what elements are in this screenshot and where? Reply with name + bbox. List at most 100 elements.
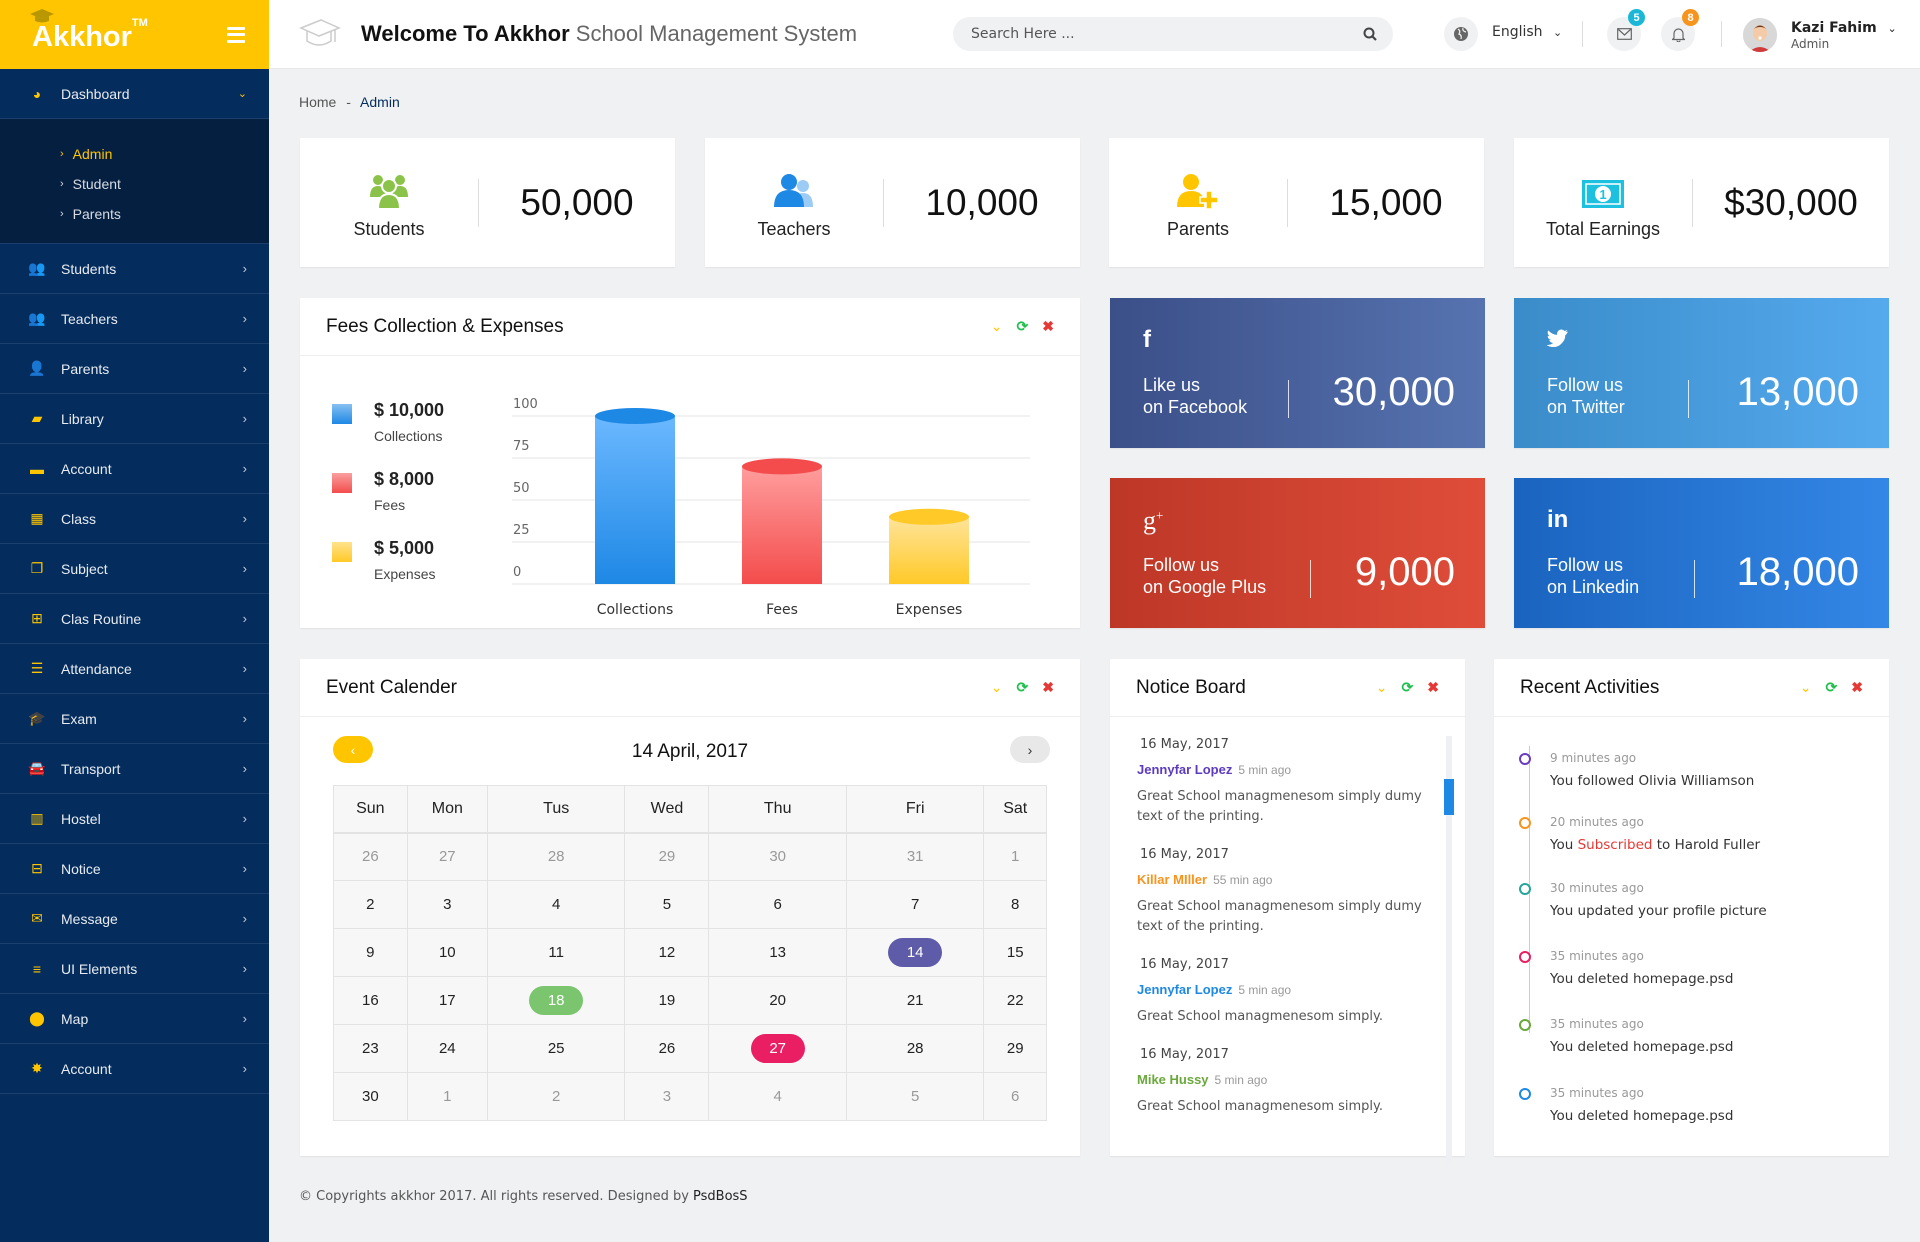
sidebar-item-transport[interactable]: 🚘 Transport › [0, 744, 269, 794]
calendar-day[interactable]: 16 [333, 976, 408, 1025]
sidebar-item-account[interactable]: ▬ Account › [0, 444, 269, 494]
calendar-day[interactable]: 13 [708, 928, 847, 977]
sidebar-item-notice[interactable]: ⊟ Notice › [0, 844, 269, 894]
calendar-day[interactable]: 30 [333, 1072, 408, 1121]
sidebar-item-subject[interactable]: ❐ Subject › [0, 544, 269, 594]
calendar-day[interactable]: 29 [983, 1024, 1047, 1073]
calendar-day[interactable]: 25 [486, 1024, 626, 1073]
calendar-day[interactable]: 28 [845, 1024, 985, 1073]
notice-author-link[interactable]: Jennyfar Lopez [1137, 762, 1232, 777]
sidebar-item-account[interactable]: ✸ Account › [0, 1044, 269, 1094]
calendar-day[interactable]: 6 [708, 880, 847, 929]
calendar-day[interactable]: 12 [624, 928, 710, 977]
calendar-day[interactable]: 27 [406, 832, 488, 881]
calendar-day[interactable]: 28 [486, 832, 626, 881]
calendar-day[interactable]: 26 [624, 1024, 710, 1073]
calendar-day[interactable]: 10 [406, 928, 488, 977]
sidebar-item-attendance[interactable]: ☰ Attendance › [0, 644, 269, 694]
sidebar-item-message[interactable]: ✉ Message › [0, 894, 269, 944]
refresh-icon[interactable]: ⟳ [1017, 318, 1029, 335]
submenu-item-parents[interactable]: › Parents [60, 199, 269, 229]
calendar-day[interactable]: 15 [983, 928, 1047, 977]
bar-collections[interactable] [595, 416, 675, 584]
collapse-icon[interactable]: ⌄ [991, 318, 1003, 335]
social-card-facebook[interactable]: f Like us on Facebook 30,000 [1110, 298, 1485, 448]
submenu-item-student[interactable]: › Student [60, 169, 269, 199]
calendar-day[interactable]: 8 [983, 880, 1047, 929]
calendar-day[interactable]: 1 [406, 1072, 488, 1121]
calendar-day[interactable]: 9 [333, 928, 408, 977]
calendar-day[interactable]: 2 [486, 1072, 626, 1121]
close-icon[interactable]: ✖ [1427, 679, 1439, 696]
sidebar-item-hostel[interactable]: ▥ Hostel › [0, 794, 269, 844]
sidebar-item-teachers[interactable]: 👥 Teachers › [0, 294, 269, 344]
calendar-day[interactable]: 30 [708, 832, 847, 881]
close-icon[interactable]: ✖ [1042, 679, 1054, 696]
close-icon[interactable]: ✖ [1042, 318, 1054, 335]
calendar-day[interactable]: 2 [333, 880, 408, 929]
notice-author-link[interactable]: Mike Hussy [1137, 1072, 1209, 1087]
language-globe-button[interactable] [1444, 17, 1478, 51]
bar-fees[interactable] [742, 466, 822, 584]
notice-author-link[interactable]: Jennyfar Lopez [1137, 982, 1232, 997]
sidebar-item-library[interactable]: ▰ Library › [0, 394, 269, 444]
calendar-day[interactable]: 14 [845, 928, 985, 977]
collapse-icon[interactable]: ⌄ [1376, 679, 1388, 696]
calendar-day[interactable]: 27 [708, 1024, 847, 1073]
calendar-day[interactable]: 19 [624, 976, 710, 1025]
search-icon[interactable] [1363, 27, 1377, 41]
sidebar-item-map[interactable]: ⬤ Map › [0, 994, 269, 1044]
close-icon[interactable]: ✖ [1851, 679, 1863, 696]
calendar-day[interactable]: 3 [406, 880, 488, 929]
calendar-day[interactable]: 31 [845, 832, 985, 881]
calendar-day[interactable]: 26 [333, 832, 408, 881]
calendar-day[interactable]: 4 [708, 1072, 847, 1121]
sidebar-item-class[interactable]: ▦ Class › [0, 494, 269, 544]
footer-brand-link[interactable]: PsdBosS [693, 1189, 748, 1204]
calendar-next-button[interactable]: › [1010, 736, 1050, 763]
calendar-day[interactable]: 23 [333, 1024, 408, 1073]
calendar-day[interactable]: 5 [845, 1072, 985, 1121]
sidebar-item-ui-elements[interactable]: ≡ UI Elements › [0, 944, 269, 994]
user-role: Admin [1791, 36, 1830, 51]
bar-expenses[interactable] [889, 516, 969, 584]
calendar-day[interactable]: 29 [624, 832, 710, 881]
sidebar-item-dashboard[interactable]: ◕ Dashboard ⌄ [0, 69, 269, 119]
calendar-day[interactable]: 5 [624, 880, 710, 929]
language-select[interactable]: English ⌄ [1492, 24, 1562, 40]
calendar-day[interactable]: 17 [406, 976, 488, 1025]
refresh-icon[interactable]: ⟳ [1402, 679, 1414, 696]
social-card-twitter[interactable]: Follow us on Twitter 13,000 [1514, 298, 1889, 448]
sidebar-item-exam[interactable]: 🎓 Exam › [0, 694, 269, 744]
breadcrumb-home[interactable]: Home [299, 94, 336, 110]
calendar-day[interactable]: 18 [486, 976, 626, 1025]
calendar-day[interactable]: 3 [624, 1072, 710, 1121]
notifications-button[interactable]: 8 [1661, 9, 1699, 51]
submenu-item-admin[interactable]: › Admin [60, 139, 269, 169]
refresh-icon[interactable]: ⟳ [1826, 679, 1838, 696]
calendar-day[interactable]: 22 [983, 976, 1047, 1025]
user-menu[interactable]: Kazi Fahim ⌄ Admin [1743, 18, 1897, 52]
calendar-day[interactable]: 7 [845, 880, 985, 929]
calendar-day[interactable]: 20 [708, 976, 847, 1025]
calendar-day[interactable]: 4 [486, 880, 626, 929]
calendar-day[interactable]: 24 [406, 1024, 488, 1073]
logo[interactable]: AkkhorTM [30, 9, 148, 54]
notice-author-link[interactable]: Killar MIller [1137, 872, 1207, 887]
messages-button[interactable]: 5 [1607, 9, 1645, 51]
calendar-day[interactable]: 11 [486, 928, 626, 977]
search-input[interactable] [971, 26, 1363, 42]
social-card-linkedin[interactable]: in Follow us on Linkedin 18,000 [1514, 478, 1889, 628]
scrollbar-thumb[interactable] [1444, 779, 1454, 815]
refresh-icon[interactable]: ⟳ [1017, 679, 1029, 696]
sidebar-item-parents[interactable]: 👤 Parents › [0, 344, 269, 394]
calendar-day[interactable]: 21 [845, 976, 985, 1025]
sidebar-item-clas-routine[interactable]: ⊞ Clas Routine › [0, 594, 269, 644]
calendar-day[interactable]: 1 [983, 832, 1047, 881]
collapse-icon[interactable]: ⌄ [1800, 679, 1812, 696]
menu-toggle-button[interactable] [227, 26, 245, 43]
sidebar-item-students[interactable]: 👥 Students › [0, 244, 269, 294]
collapse-icon[interactable]: ⌄ [991, 679, 1003, 696]
social-card-google-plus[interactable]: g+ Follow us on Google Plus 9,000 [1110, 478, 1485, 628]
calendar-day[interactable]: 6 [983, 1072, 1047, 1121]
